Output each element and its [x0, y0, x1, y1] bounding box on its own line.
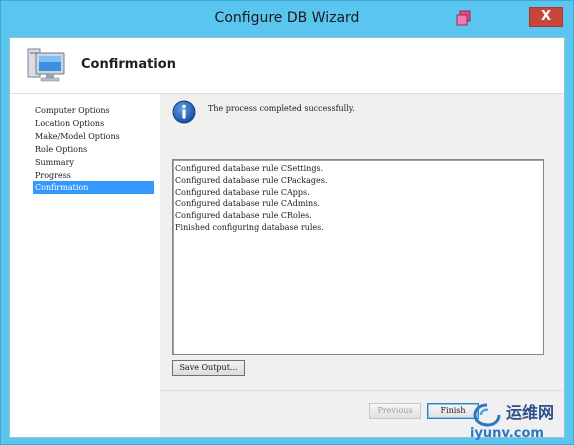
save-output-button[interactable]: Save Output... — [172, 360, 245, 376]
status-message: The process completed successfully. — [208, 104, 355, 113]
wizard-window: Configure DB Wizard X Confirmation Compu… — [0, 0, 574, 445]
info-icon — [172, 100, 196, 124]
nav-item-location-options[interactable]: Location Options — [33, 117, 154, 130]
wizard-nav: Computer Options Location Options Make/M… — [10, 94, 160, 437]
restore-icon[interactable] — [453, 9, 475, 27]
wizard-client-area: Confirmation Computer Options Location O… — [9, 37, 565, 438]
log-line: Configured database rule CAdmins. — [175, 199, 320, 209]
nav-item-confirmation[interactable]: Confirmation — [33, 181, 154, 194]
nav-item-summary[interactable]: Summary — [33, 156, 154, 169]
nav-item-make-model-options[interactable]: Make/Model Options — [33, 130, 154, 143]
previous-button[interactable]: Previous — [369, 403, 421, 419]
log-line: Configured database rule CSettings. — [175, 164, 324, 173]
finish-button[interactable]: Finish — [427, 403, 479, 419]
computer-icon — [24, 46, 68, 86]
log-line: Configured database rule CApps. — [175, 187, 310, 197]
title-bar[interactable]: Configure DB Wizard X — [1, 1, 573, 37]
wizard-footer: Previous Finish — [160, 391, 564, 437]
log-output[interactable]: Configured database rule CSettings. Conf… — [172, 159, 544, 355]
log-line: Configured database rule CRoles. — [175, 211, 312, 221]
close-button[interactable]: X — [529, 7, 563, 27]
log-line: Finished configuring database rules. — [175, 222, 324, 232]
content-panel: The process completed successfully. Conf… — [160, 94, 564, 390]
window-title: Configure DB Wizard — [214, 10, 360, 26]
wizard-header: Confirmation — [10, 38, 564, 93]
log-line: Configured database rule CPackages. — [175, 175, 328, 185]
nav-item-role-options[interactable]: Role Options — [33, 143, 154, 156]
nav-item-computer-options[interactable]: Computer Options — [33, 104, 154, 117]
page-title: Confirmation — [81, 57, 176, 72]
